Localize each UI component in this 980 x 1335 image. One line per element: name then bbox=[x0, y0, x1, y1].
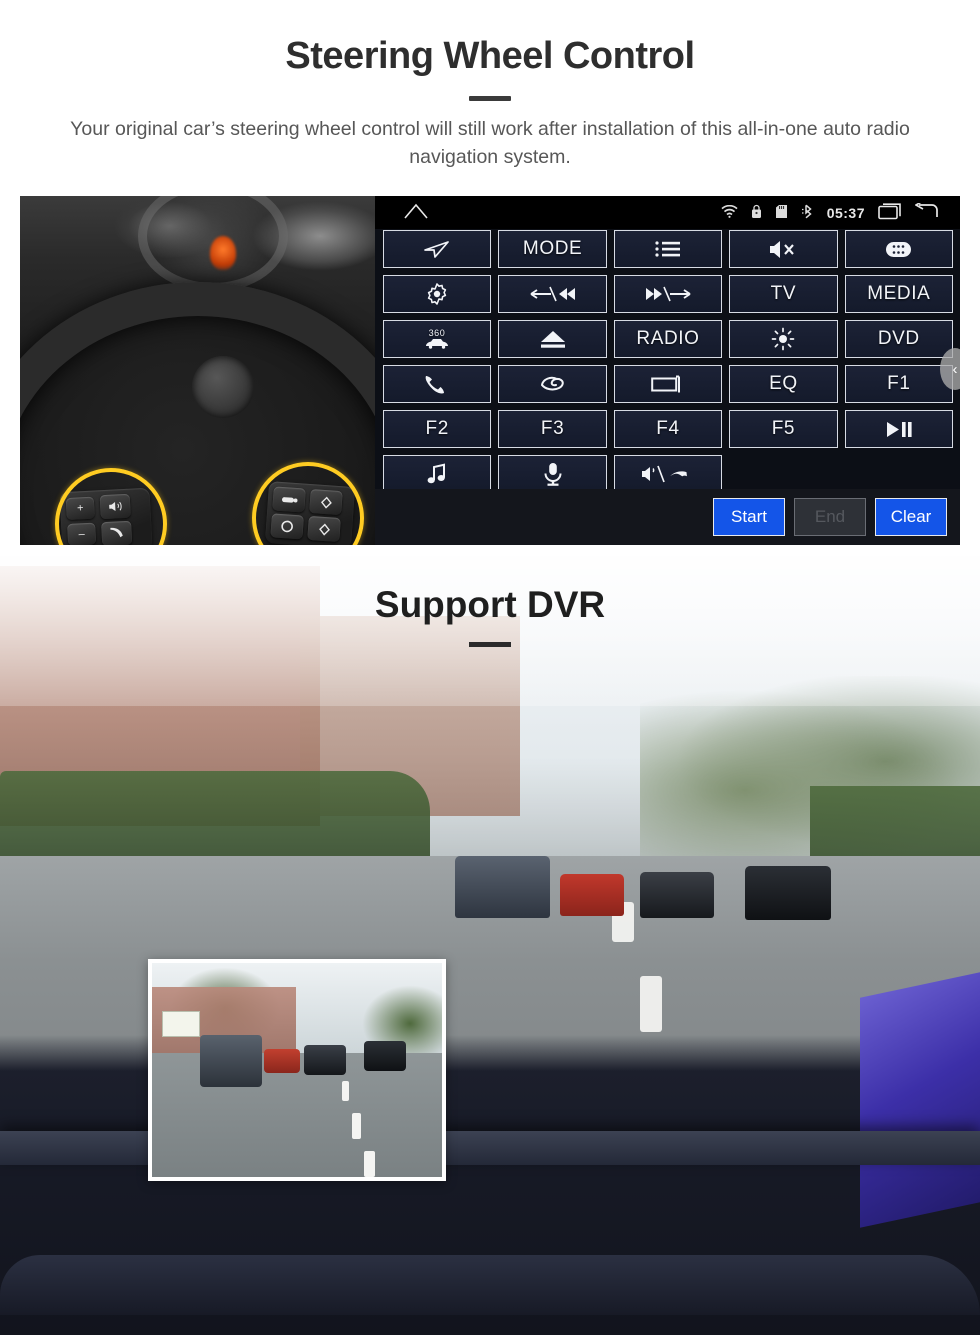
spiral-icon bbox=[540, 376, 564, 391]
page-title: Steering Wheel Control bbox=[285, 35, 695, 77]
play-pause-icon bbox=[886, 421, 912, 437]
apps-grid-icon bbox=[886, 241, 912, 257]
swc-key-next[interactable] bbox=[613, 275, 723, 313]
brightness-icon bbox=[772, 327, 795, 351]
prev-track-icon bbox=[530, 286, 575, 302]
music-note-icon bbox=[427, 463, 446, 484]
swc-key-brightness[interactable] bbox=[729, 320, 838, 358]
swc-key-music[interactable] bbox=[383, 455, 492, 493]
thumb-lane-marking bbox=[342, 1081, 349, 1101]
dashboard-ridge bbox=[0, 1131, 980, 1165]
steering-wheel-photo: + – bbox=[20, 196, 375, 545]
road-car bbox=[640, 872, 714, 918]
svg-text:360: 360 bbox=[429, 328, 446, 338]
product-feature-page: Steering Wheel Control Your original car… bbox=[0, 0, 980, 1335]
power-gear-icon bbox=[427, 283, 447, 305]
lane-marking bbox=[640, 976, 662, 1032]
thumb-lane-marking bbox=[352, 1113, 361, 1139]
thumb-car bbox=[304, 1045, 346, 1075]
swc-key-tv[interactable]: TV bbox=[729, 275, 838, 313]
swc-learning-controls: Start End Clear bbox=[375, 489, 960, 545]
dashcam-street-background bbox=[0, 556, 980, 1335]
swc-key-screen[interactable] bbox=[613, 365, 723, 403]
list-menu-icon bbox=[655, 241, 680, 257]
swc-key-phone[interactable] bbox=[383, 365, 492, 403]
warning-light bbox=[210, 236, 236, 270]
thumb-car bbox=[264, 1049, 300, 1073]
swc-key-f5[interactable]: F5 bbox=[729, 410, 838, 448]
swc-key-mode[interactable]: MODE bbox=[498, 230, 607, 268]
road-car bbox=[745, 866, 831, 920]
next-track-icon bbox=[645, 286, 691, 302]
thumb-car bbox=[364, 1041, 406, 1071]
microphone-icon bbox=[544, 463, 562, 486]
wifi-icon bbox=[721, 204, 738, 221]
phone-answer-icon bbox=[425, 376, 445, 394]
volume-hangup-icon bbox=[641, 465, 687, 483]
swc-key-f4[interactable]: F4 bbox=[613, 410, 723, 448]
swc-key-power[interactable] bbox=[383, 275, 492, 313]
swc-key-radio[interactable]: RADIO bbox=[613, 320, 723, 358]
recents-icon[interactable] bbox=[878, 202, 902, 223]
swc-key-f1[interactable]: F1 bbox=[844, 365, 953, 403]
status-clock: 05:37 bbox=[826, 204, 865, 221]
start-button[interactable]: Start bbox=[713, 498, 785, 536]
steering-wheel-section-header: Steering Wheel Control Your original car… bbox=[0, 0, 980, 196]
android-status-bar: 05:37 bbox=[375, 196, 960, 229]
swc-key-volume-hangup[interactable] bbox=[613, 455, 723, 493]
steering-wheel-media-band: + – 05:37 MODE TV MEDIA 360 RADIO DVD EQ… bbox=[20, 196, 960, 545]
swc-key-media[interactable]: MEDIA bbox=[844, 275, 953, 313]
bluetooth-icon bbox=[801, 204, 814, 222]
navigation-arrow-icon bbox=[424, 241, 450, 258]
swc-key-f2[interactable]: F2 bbox=[383, 410, 492, 448]
dvr-title-divider bbox=[469, 642, 511, 647]
blue-vehicle-reflection bbox=[860, 972, 980, 1228]
swc-key-grid: MODE TV MEDIA 360 RADIO DVD EQ F1 F2 F3 … bbox=[383, 230, 953, 493]
road-car bbox=[455, 856, 550, 918]
head-unit-screen: 05:37 MODE TV MEDIA 360 RADIO DVD EQ F1 … bbox=[375, 196, 960, 545]
dashcam-video-thumbnail bbox=[148, 959, 446, 1181]
360-camera-icon: 360 bbox=[426, 328, 449, 349]
support-dvr-section: Support DVR (Optional function, require … bbox=[0, 556, 980, 1335]
swc-key-eject[interactable] bbox=[498, 320, 607, 358]
end-button[interactable]: End bbox=[794, 498, 866, 536]
road-car bbox=[560, 874, 624, 916]
home-icon[interactable] bbox=[403, 203, 429, 222]
back-icon[interactable] bbox=[914, 200, 938, 222]
section-subtitle: Your original car’s steering wheel contr… bbox=[70, 117, 910, 169]
swc-key-mute[interactable] bbox=[729, 230, 838, 268]
thumb-car bbox=[200, 1035, 262, 1087]
dashboard-lower-ridge bbox=[0, 1255, 980, 1315]
swc-key-mic[interactable] bbox=[498, 455, 607, 493]
lock-icon bbox=[751, 204, 762, 222]
swc-key-prev[interactable] bbox=[498, 275, 607, 313]
swc-key-360[interactable]: 360 bbox=[383, 320, 492, 358]
swc-key-eq[interactable]: EQ bbox=[729, 365, 838, 403]
thumb-lane-marking bbox=[364, 1151, 375, 1177]
mute-icon bbox=[770, 240, 795, 258]
thumb-street-sign bbox=[162, 1011, 200, 1037]
sdcard-icon bbox=[775, 204, 788, 222]
swc-key-navigation[interactable] bbox=[383, 230, 492, 268]
swc-key-play-pause[interactable] bbox=[844, 410, 953, 448]
swc-key-f3[interactable]: F3 bbox=[498, 410, 607, 448]
dvr-section-header: Support DVR bbox=[0, 584, 980, 647]
dvr-title: Support DVR bbox=[374, 584, 606, 625]
steering-wheel-hub bbox=[192, 356, 254, 418]
clear-button[interactable]: Clear bbox=[875, 498, 947, 536]
swc-key-dvd[interactable]: DVD bbox=[844, 320, 953, 358]
swc-key-spiral[interactable] bbox=[498, 365, 607, 403]
swc-key-list[interactable] bbox=[613, 230, 723, 268]
title-divider bbox=[469, 95, 511, 101]
eject-icon bbox=[540, 331, 565, 348]
screen-icon bbox=[651, 375, 680, 392]
swc-key-apps[interactable] bbox=[844, 230, 953, 268]
